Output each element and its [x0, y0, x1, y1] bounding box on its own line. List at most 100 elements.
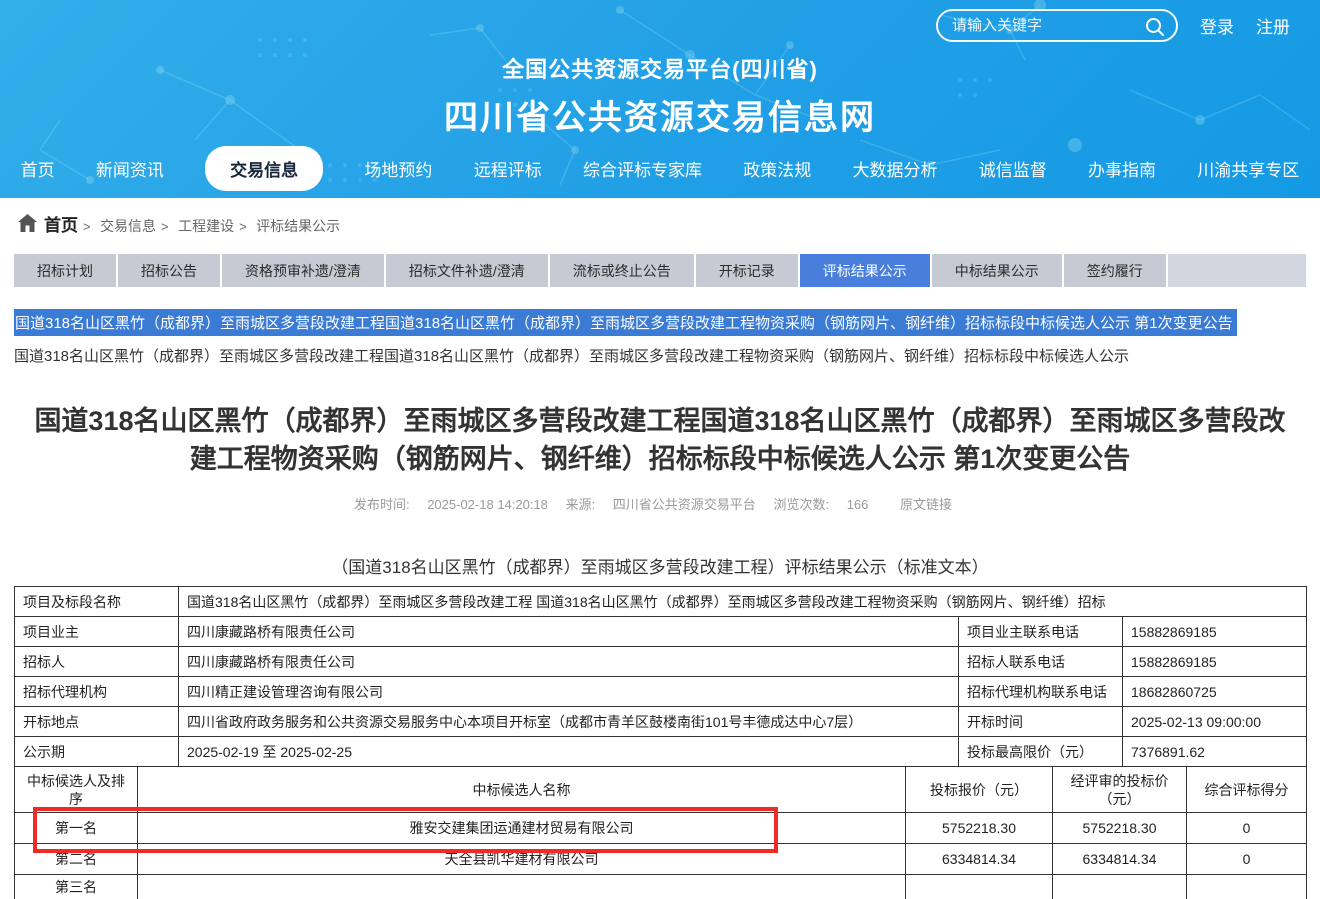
info-value-2: 18682860725	[1123, 677, 1307, 707]
candidate-reviewed-bid: 6334814.34	[1053, 844, 1187, 875]
header-topbar: 登录 注册	[936, 9, 1290, 42]
info-label: 开标地点	[15, 707, 179, 737]
breadcrumb-separator: >	[83, 219, 91, 234]
candidate-name: 天全县凯华建材有限公司	[138, 844, 906, 875]
info-label: 招标代理机构	[15, 677, 179, 707]
list-item[interactable]: 国道318名山区黑竹（成都界）至雨城区多营段改建工程国道318名山区黑竹（成都界…	[14, 345, 1306, 366]
article-meta: 发布时间: 2025-02-18 14:20:18 来源: 四川省公共资源交易平…	[0, 494, 1320, 513]
col-bid: 投标报价（元）	[906, 767, 1053, 813]
info-label: 公示期	[15, 737, 179, 767]
info-label-2: 开标时间	[959, 707, 1123, 737]
info-value: 四川康藏路桥有限责任公司	[179, 617, 959, 647]
nav-item[interactable]: 首页	[21, 146, 55, 191]
register-link[interactable]: 注册	[1256, 13, 1290, 38]
col-score: 综合评标得分	[1187, 767, 1307, 813]
nav-item[interactable]: 办事指南	[1088, 146, 1156, 191]
candidates-header-row: 中标候选人及排序 中标候选人名称 投标报价（元） 经评审的投标价（元） 综合评标…	[15, 767, 1307, 813]
category-tabs: 招标计划 招标公告 资格预审补遗/澄清 招标文件补遗/澄清 流标或终止公告 开标…	[14, 254, 1306, 287]
list-item-selected[interactable]: 国道318名山区黑竹（成都界）至雨城区多营段改建工程国道318名山区黑竹（成都界…	[14, 309, 1237, 336]
source-value: 四川省公共资源交易平台	[613, 497, 756, 512]
login-link[interactable]: 登录	[1200, 13, 1234, 38]
nav-item[interactable]: 大数据分析	[852, 146, 937, 191]
info-value: 2025-02-19 至 2025-02-25	[179, 737, 959, 767]
candidate-rank: 第三名	[15, 875, 138, 899]
candidate-reviewed-bid: 5752218.30	[1053, 813, 1187, 844]
candidate-name: 雅安交建集团运通建材贸易有限公司	[138, 813, 906, 844]
info-label-2: 招标人联系电话	[959, 647, 1123, 677]
candidate-row: 第一名 雅安交建集团运通建材贸易有限公司 5752218.30 5752218.…	[15, 813, 1307, 844]
result-list: 国道318名山区黑竹（成都界）至雨城区多营段改建工程国道318名山区黑竹（成都界…	[14, 309, 1306, 366]
breadcrumb-separator: >	[161, 219, 169, 234]
candidate-rank: 第一名	[15, 813, 138, 844]
table-caption: （国道318名山区黑竹（成都界）至雨城区多营段改建工程）评标结果公示（标准文本）	[0, 553, 1320, 578]
info-value-2: 2025-02-13 09:00:00	[1123, 707, 1307, 737]
tab[interactable]: 签约履行	[1064, 254, 1166, 287]
info-value: 四川康藏路桥有限责任公司	[179, 647, 959, 677]
info-value: 四川省政府政务服务和公共资源交易服务中心本项目开标室（成都市青羊区鼓楼南街101…	[179, 707, 959, 737]
home-icon[interactable]	[18, 214, 37, 232]
breadcrumb-item[interactable]: 首页	[44, 216, 78, 235]
tab[interactable]: 招标公告	[118, 254, 220, 287]
tab[interactable]: 开标记录	[696, 254, 798, 287]
main-nav: 首页 新闻资讯 交易信息 场地预约 远程评标 综合评标专家库 政策法规 大数据分…	[0, 146, 1320, 191]
search-box[interactable]	[936, 9, 1178, 42]
table-row: 招标人 四川康藏路桥有限责任公司 招标人联系电话 15882869185	[15, 647, 1307, 677]
breadcrumb-item[interactable]: 评标结果公示	[256, 218, 340, 234]
candidate-score: 0	[1187, 813, 1307, 844]
table-row: 公示期 2025-02-19 至 2025-02-25 投标最高限价（元） 73…	[15, 737, 1307, 767]
table-row: 招标代理机构 四川精正建设管理咨询有限公司 招标代理机构联系电话 1868286…	[15, 677, 1307, 707]
result-table-wrap: 项目及标段名称 国道318名山区黑竹（成都界）至雨城区多营段改建工程 国道318…	[14, 586, 1306, 899]
breadcrumb-items: 首页> 交易信息> 工程建设> 评标结果公示>	[44, 211, 340, 236]
info-label-2: 招标代理机构联系电话	[959, 677, 1123, 707]
info-value-2: 7376891.62	[1123, 737, 1307, 767]
breadcrumb-separator: >	[239, 219, 247, 234]
candidates-table: 中标候选人及排序 中标候选人名称 投标报价（元） 经评审的投标价（元） 综合评标…	[14, 766, 1307, 899]
tab[interactable]: 流标或终止公告	[550, 254, 694, 287]
page-title: 国道318名山区黑竹（成都界）至雨城区多营段改建工程国道318名山区黑竹（成都界…	[26, 402, 1294, 478]
info-label: 项目业主	[15, 617, 179, 647]
info-value: 四川精正建设管理咨询有限公司	[179, 677, 959, 707]
tab[interactable]: 中标结果公示	[932, 254, 1062, 287]
tab-bar-filler	[1168, 254, 1306, 287]
info-label-2: 投标最高限价（元）	[959, 737, 1123, 767]
nav-item[interactable]: 川渝共享专区	[1197, 146, 1299, 191]
tab[interactable]: 资格预审补遗/澄清	[222, 254, 384, 287]
candidate-bid	[906, 875, 1053, 899]
info-value: 国道318名山区黑竹（成都界）至雨城区多营段改建工程 国道318名山区黑竹（成都…	[179, 587, 1307, 617]
nav-item[interactable]: 政策法规	[743, 146, 811, 191]
candidate-row: 第三名	[15, 875, 1307, 899]
col-reviewed: 经评审的投标价（元）	[1053, 767, 1187, 813]
search-icon[interactable]	[1144, 16, 1166, 38]
site-main-title: 四川省公共资源交易信息网	[0, 90, 1320, 139]
original-link[interactable]: 原文链接	[900, 497, 952, 512]
nav-item[interactable]: 场地预约	[364, 146, 432, 191]
nav-item[interactable]: 新闻资讯	[96, 146, 164, 191]
site-super-title: 全国公共资源交易平台(四川省)	[0, 52, 1320, 84]
nav-item[interactable]: 综合评标专家库	[583, 146, 702, 191]
tab[interactable]: 评标结果公示	[800, 254, 930, 287]
views-value: 166	[847, 497, 869, 512]
breadcrumb-item[interactable]: 工程建设	[178, 218, 234, 234]
info-value-2: 15882869185	[1123, 617, 1307, 647]
breadcrumb-item[interactable]: 交易信息	[100, 218, 156, 234]
col-rank: 中标候选人及排序	[15, 767, 138, 813]
info-label: 项目及标段名称	[15, 587, 179, 617]
tab[interactable]: 招标计划	[14, 254, 116, 287]
candidate-bid: 6334814.34	[906, 844, 1053, 875]
nav-item[interactable]: 诚信监督	[979, 146, 1047, 191]
publish-time-value: 2025-02-18 14:20:18	[427, 497, 548, 512]
col-name: 中标候选人名称	[138, 767, 906, 813]
info-label: 招标人	[15, 647, 179, 677]
publish-time-label: 发布时间:	[354, 497, 410, 512]
candidate-bid: 5752218.30	[906, 813, 1053, 844]
tab[interactable]: 招标文件补遗/澄清	[386, 254, 548, 287]
nav-item[interactable]: 远程评标	[474, 146, 542, 191]
nav-item[interactable]: 交易信息	[205, 146, 323, 191]
candidate-score	[1187, 875, 1307, 899]
candidate-rank: 第二名	[15, 844, 138, 875]
candidate-reviewed-bid	[1053, 875, 1187, 899]
info-label-2: 项目业主联系电话	[959, 617, 1123, 647]
site-header: 登录 注册 全国公共资源交易平台(四川省) 四川省公共资源交易信息网 首页 新闻…	[0, 0, 1320, 198]
source-label: 来源:	[566, 497, 596, 512]
project-info-table: 项目及标段名称 国道318名山区黑竹（成都界）至雨城区多营段改建工程 国道318…	[14, 586, 1307, 767]
